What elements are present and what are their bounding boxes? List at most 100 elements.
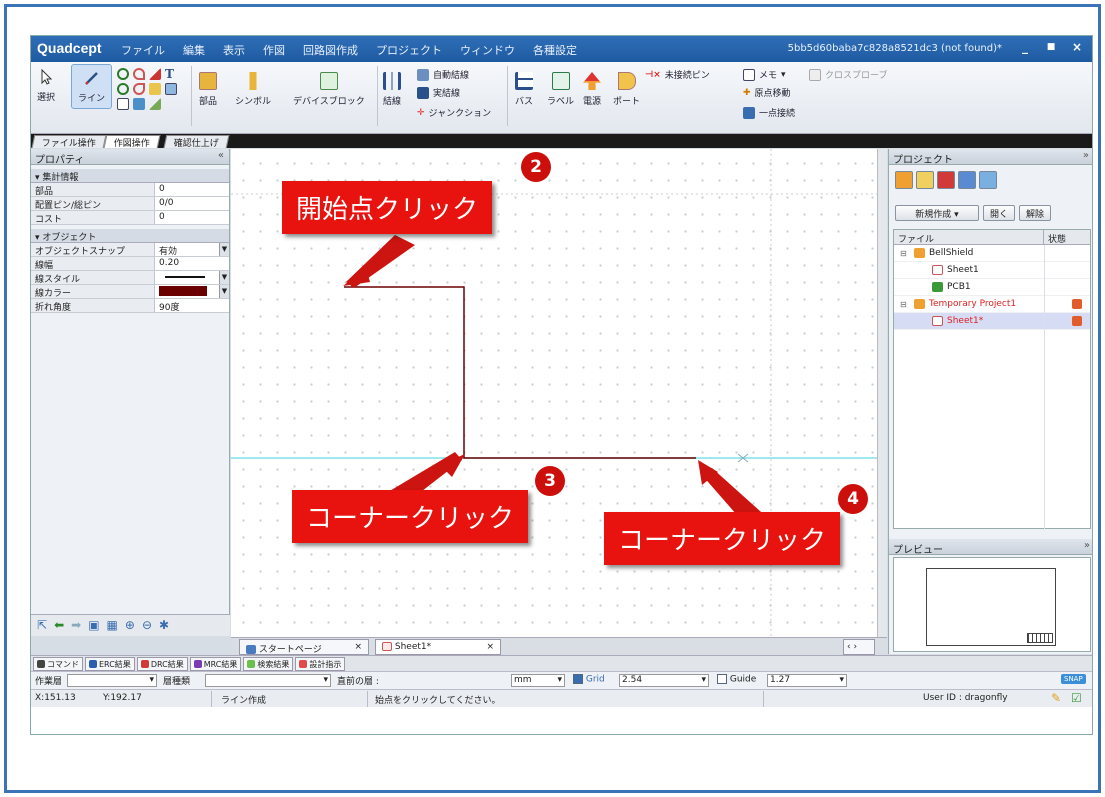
memo-button[interactable]: メモ ▾ [743,68,786,81]
expand-icon[interactable]: ⊟ [900,300,910,309]
text-icon[interactable]: T [165,68,177,80]
tab-check-finish[interactable]: 確認仕上げ [163,135,230,149]
tree-row[interactable]: PCB1 [894,279,1090,296]
tree-row[interactable]: Sheet1* [894,313,1090,330]
tab-file-ops[interactable]: ファイル操作 [31,135,107,149]
tab-command[interactable]: コマンド [33,657,83,671]
open-button[interactable]: 開く [983,205,1016,221]
tab-scroll-buttons[interactable]: ‹ › [843,639,875,655]
part-button[interactable]: 部品 [199,72,217,107]
tree-row[interactable]: ⊟ Temporary Project1 [894,296,1090,313]
grid-value-select[interactable]: 2.54 ▾ [619,674,709,687]
collapse-icon[interactable]: » [1083,150,1089,161]
label-button[interactable]: ラベル [547,72,574,107]
tab-erc[interactable]: ERC結果 [85,657,135,671]
save-icon[interactable]: ▣ [88,618,99,633]
menu-file[interactable]: ファイル [121,42,165,58]
fill-icon[interactable] [133,98,145,110]
line-tool-button[interactable]: ライン [71,64,113,109]
tab-search-results[interactable]: 検索結果 [243,657,294,671]
menu-settings[interactable]: 各種設定 [533,42,577,58]
menu-schematic[interactable]: 回路図作成 [303,42,358,58]
tree-row[interactable]: ⊟ BellShield [894,245,1090,262]
power-button[interactable]: 電源 [583,72,601,107]
close-icon[interactable]: × [486,642,494,652]
grid-icon[interactable]: ▦ [107,618,118,633]
chevron-down-icon[interactable]: ▼ [219,285,229,298]
line-style-select[interactable]: ▼ [155,271,229,284]
line-color-select[interactable]: ▼ [155,285,229,298]
chevron-down-icon[interactable]: ▼ [219,243,229,256]
zoom-out-icon[interactable]: ⊖ [142,618,152,633]
symbol-button[interactable]: シンボル [235,72,271,107]
arc-icon[interactable] [133,68,145,80]
origin-move-button[interactable]: ✚ 原点移動 [743,86,791,100]
work-layer-select[interactable]: ▾ [67,674,157,687]
guide-checkbox[interactable] [717,674,727,684]
wire-line[interactable] [344,286,696,459]
settings-icon[interactable]: ✱ [159,618,169,633]
maximize-button[interactable]: ■ [1042,42,1060,58]
menu-view[interactable]: 表示 [223,42,245,58]
image-icon[interactable] [165,83,177,95]
tab-drc[interactable]: DRC結果 [136,657,188,671]
select-tool-button[interactable]: 選択 [37,68,55,103]
schematic-canvas[interactable] [231,149,887,637]
zoom-in-icon[interactable]: ⊕ [125,618,135,633]
summary-group-header[interactable]: ▾ 集計情報 [31,169,229,183]
circle-icon[interactable] [117,68,129,80]
collapse-icon[interactable]: » [1084,540,1090,551]
expand-icon[interactable]: ⊟ [900,249,910,258]
menu-edit[interactable]: 編集 [183,42,205,58]
object-snap-select[interactable]: 有効 ▼ [155,243,229,257]
cursor-icon[interactable]: ⇱ [37,618,47,633]
layer-type-select[interactable]: ▾ [205,674,331,687]
grid-checkbox[interactable] [573,674,583,684]
tab-draw-ops[interactable]: 作図操作 [103,135,161,149]
tab-mrc[interactable]: MRC結果 [189,657,242,671]
wire-button[interactable]: 結線 [383,72,401,107]
new-project-button[interactable]: 新規作成 ▾ [895,205,979,221]
list-icon[interactable] [979,171,997,189]
menu-project[interactable]: プロジェクト [376,42,442,58]
device-block-button[interactable]: デバイスブロック [293,72,365,107]
real-wire-button[interactable]: 実結線 [417,86,460,99]
search-icon[interactable] [958,171,976,189]
line-width-input[interactable]: 0.20 [155,257,229,270]
layer-icon[interactable] [937,171,955,189]
edit-icon[interactable]: ✎ [1051,691,1061,705]
canvas-scrollbar[interactable] [877,149,887,637]
arrow-right-icon[interactable]: ➡ [71,618,81,633]
minimize-button[interactable]: _ [1016,40,1034,56]
single-point-button[interactable]: 一点接続 [743,106,795,119]
close-icon[interactable]: × [354,642,362,652]
chevron-down-icon[interactable]: ▼ [219,271,229,284]
folder-icon[interactable] [895,171,913,189]
auto-wire-button[interactable]: 自動結線 [417,68,469,81]
tab-design-instructions[interactable]: 設計指示 [295,657,346,671]
unconnected-pin-button[interactable]: ⊣× 未接続ピン [645,68,710,82]
library-icon[interactable] [916,171,934,189]
cross-probe-button[interactable]: クロスプローブ [809,68,887,81]
unit-select[interactable]: mm ▾ [511,674,565,687]
guide-value-select[interactable]: 1.27 ▾ [767,674,847,687]
dim-icon[interactable] [149,98,161,110]
menu-window[interactable]: ウィンドウ [460,42,515,58]
triangle-icon[interactable] [149,68,161,80]
polygon-icon[interactable] [149,83,161,95]
check-icon[interactable]: ☑ [1071,691,1082,705]
rect-icon[interactable] [117,98,129,110]
close-button[interactable]: × [1068,40,1086,56]
bus-button[interactable]: バス [515,72,533,107]
tab-start-page[interactable]: スタートページ × [239,639,369,655]
guide-toggle[interactable]: Guide [717,674,756,685]
object-group-header[interactable]: ▾ オブジェクト [31,229,229,243]
junction-button[interactable]: ✛ ジャンクション [417,106,491,120]
remove-button[interactable]: 解除 [1019,205,1052,221]
tree-row[interactable]: Sheet1 [894,262,1090,279]
grid-toggle[interactable]: Grid [573,674,605,685]
arc2-icon[interactable] [133,83,145,95]
bend-angle-value[interactable]: 90度 [155,299,229,313]
menu-draw[interactable]: 作図 [263,42,285,58]
ellipse-icon[interactable] [117,83,129,95]
